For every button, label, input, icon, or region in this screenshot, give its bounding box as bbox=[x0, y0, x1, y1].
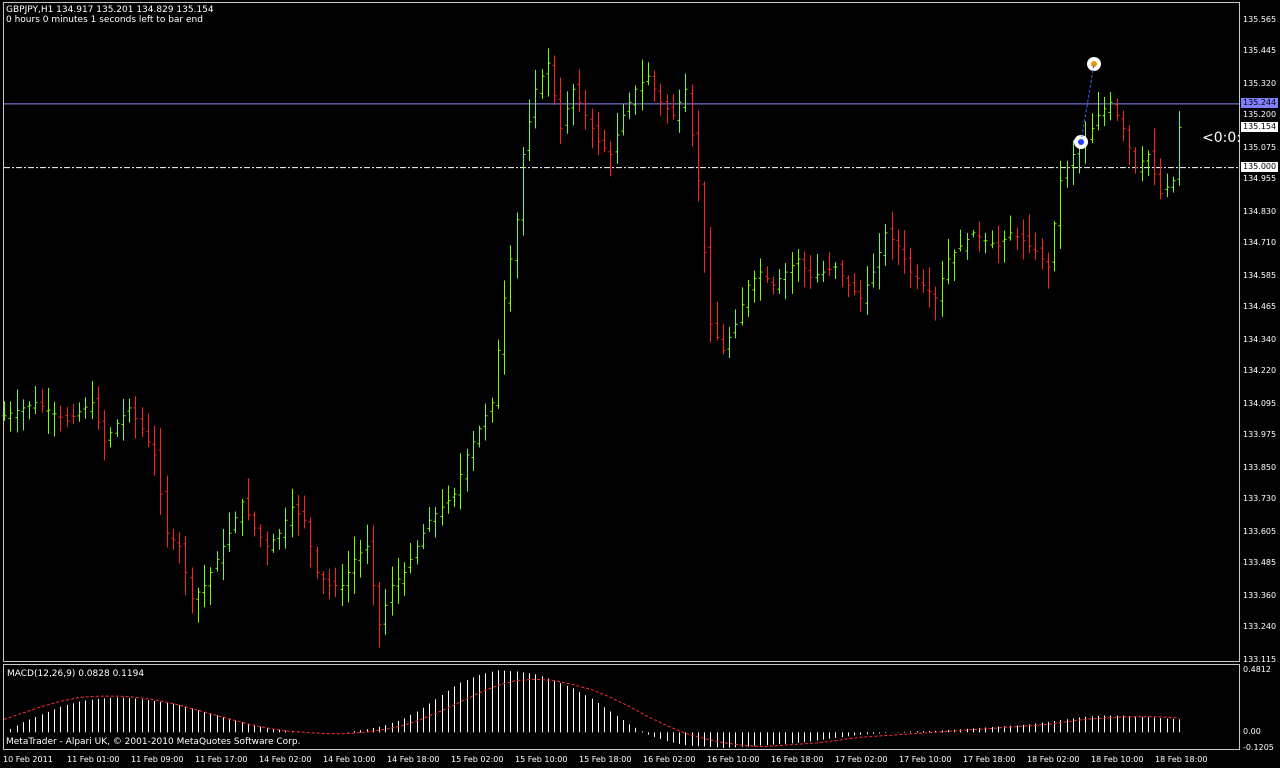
price-axis-label: 135.445 bbox=[1243, 46, 1277, 56]
price-axis-label: 133.485 bbox=[1243, 558, 1277, 568]
price-axis-label: 133.115 bbox=[1243, 655, 1277, 664]
price-axis-label: 135.200 bbox=[1243, 110, 1277, 120]
price-axis-label: 133.605 bbox=[1243, 527, 1277, 536]
price-axis-label: 134.710 bbox=[1243, 238, 1277, 248]
price-axis-label: 133.850 bbox=[1243, 463, 1277, 472]
price-axis-label: 133.360 bbox=[1243, 591, 1277, 600]
time-axis-label: 18 Feb 02:00 bbox=[1027, 755, 1080, 764]
price-axis-label: 135.565 bbox=[1243, 15, 1277, 24]
price-axis-label: 133.975 bbox=[1243, 430, 1277, 440]
horizontal-line-price-tag: 135.244 bbox=[1241, 98, 1279, 108]
time-axis-label: 15 Feb 10:00 bbox=[515, 755, 568, 764]
time-axis-label: 16 Feb 10:00 bbox=[707, 755, 760, 764]
macd-axis-label: 0.4812 bbox=[1243, 665, 1271, 674]
time-axis-label: 16 Feb 02:00 bbox=[643, 755, 696, 764]
macd-label: MACD(12,26,9) 0.0828 0.1194 bbox=[7, 669, 145, 679]
macd-axis-label: -0.1205 bbox=[1243, 743, 1274, 752]
time-axis-label: 11 Feb 09:00 bbox=[131, 755, 184, 764]
price-axis-label: 134.465 bbox=[1243, 302, 1277, 312]
time-axis-label: 14 Feb 18:00 bbox=[387, 755, 440, 764]
bid-price-tag: 135.154 bbox=[1241, 122, 1279, 132]
time-axis-label: 15 Feb 02:00 bbox=[451, 755, 504, 764]
chart-canvas bbox=[2, 48, 1239, 748]
time-axis-label: 15 Feb 18:00 bbox=[579, 755, 632, 764]
time-axis-label: 18 Feb 18:00 bbox=[1155, 755, 1208, 764]
price-axis-label: 135.075 bbox=[1243, 143, 1277, 152]
time-axis-label: 11 Feb 01:00 bbox=[67, 755, 120, 764]
chart-title: GBPJPY,H1 134.917 135.201 134.829 135.15… bbox=[6, 5, 214, 15]
time-axis-label: 11 Feb 17:00 bbox=[195, 755, 248, 764]
price-axis-label: 133.240 bbox=[1243, 622, 1277, 632]
time-axis-label: 16 Feb 18:00 bbox=[771, 755, 824, 764]
bar-timer-text: 0 hours 0 minutes 1 seconds left to bar … bbox=[6, 15, 203, 25]
countdown-label: <0:0: bbox=[1202, 130, 1241, 146]
time-axis-label: 17 Feb 02:00 bbox=[835, 755, 888, 764]
price-axis-label: 134.340 bbox=[1243, 335, 1277, 344]
time-axis-label: 17 Feb 10:00 bbox=[899, 755, 952, 764]
level-line-price-tag: 135.000 bbox=[1241, 162, 1279, 172]
price-axis-label: 134.585 bbox=[1243, 271, 1277, 280]
price-axis-label: 135.320 bbox=[1243, 79, 1277, 88]
copyright-text: MetaTrader - Alpari UK, © 2001-2010 Meta… bbox=[6, 737, 301, 747]
macd-axis-label: 0.00 bbox=[1243, 727, 1261, 737]
time-axis-label: 14 Feb 10:00 bbox=[323, 755, 376, 764]
time-axis-label: 18 Feb 10:00 bbox=[1091, 755, 1144, 764]
time-axis-label: 14 Feb 02:00 bbox=[259, 755, 312, 764]
time-axis-label: 17 Feb 18:00 bbox=[963, 755, 1016, 764]
time-axis-label: 10 Feb 2011 bbox=[3, 755, 53, 764]
price-axis-label: 134.095 bbox=[1243, 399, 1277, 408]
price-axis-label: 133.730 bbox=[1243, 494, 1277, 504]
price-axis-label: 134.220 bbox=[1243, 366, 1277, 376]
price-axis-label: 134.955 bbox=[1243, 174, 1277, 184]
price-axis-label: 134.830 bbox=[1243, 207, 1277, 216]
